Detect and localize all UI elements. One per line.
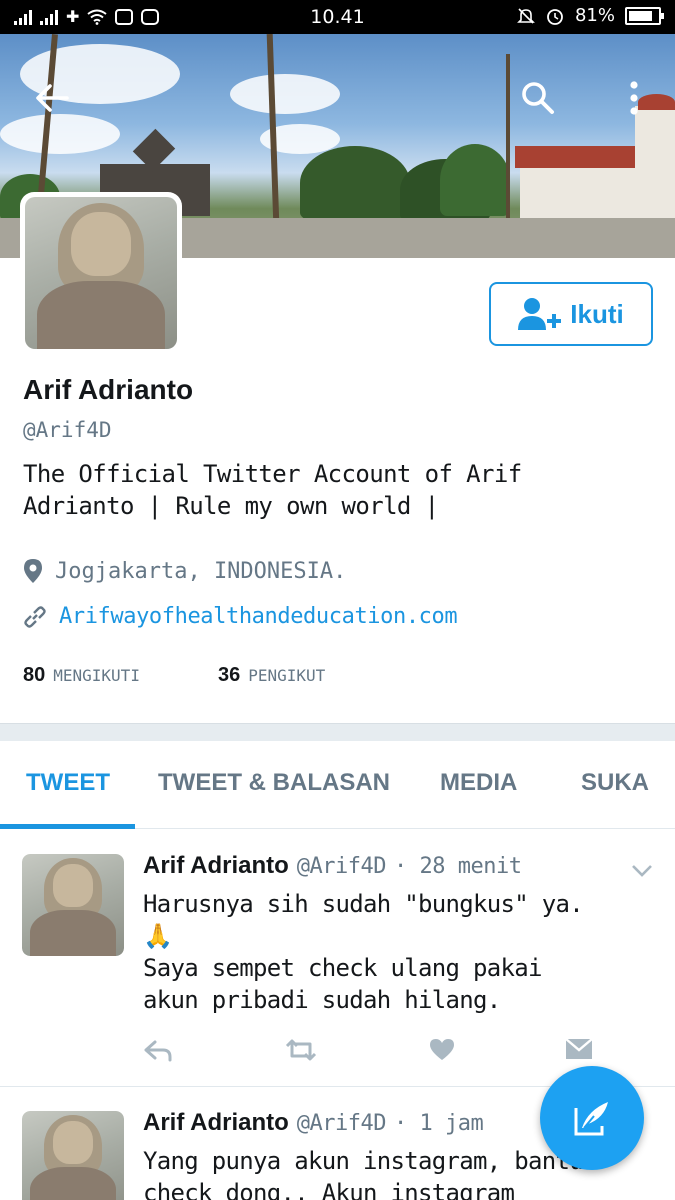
tweet-line: Saya sempet check ulang pakai: [143, 954, 542, 982]
profile-avatar[interactable]: [20, 192, 182, 354]
back-arrow-icon: [36, 84, 69, 112]
profile-stats: 80 MENGIKUTI 36 PENGIKUT: [23, 664, 325, 687]
tweet-timestamp: · 28 menit: [394, 854, 522, 879]
tweet-timestamp: · 1 jam: [394, 1111, 484, 1136]
profile-handle: @Arif4D: [23, 418, 112, 442]
tweet-author-name: Arif Adrianto: [143, 1109, 289, 1136]
profile-name: Arif Adrianto: [23, 374, 194, 405]
link-icon: [24, 605, 46, 628]
tweet-actions: [143, 1038, 593, 1062]
tweet-avatar[interactable]: [22, 1111, 124, 1200]
website-link[interactable]: Arifwayofhealthandeducation.com: [59, 604, 458, 629]
bio-line: Adrianto | Rule my own world |: [23, 492, 439, 520]
tweet-header: Arif Adrianto @Arif4D · 1 jam: [143, 1109, 484, 1137]
battery-percent: 81%: [574, 5, 615, 26]
following-label: MENGIKUTI: [53, 666, 140, 685]
followers-stat[interactable]: 36 PENGIKUT: [218, 664, 325, 687]
bio-line: The Official Twitter Account of Arif: [23, 460, 522, 488]
retweet-icon[interactable]: [283, 1038, 319, 1062]
mute-icon: [517, 7, 535, 24]
tweet-line: Harusnya sih sudah "bungkus" ya.: [143, 890, 584, 918]
tab-tweet[interactable]: TWEET: [26, 769, 110, 797]
tweet-author-name: Arif Adrianto: [143, 852, 289, 879]
following-count: 80: [23, 664, 46, 686]
location-text: Jogjakarta, INDONESIA.: [55, 558, 347, 584]
search-icon: [522, 82, 554, 114]
tab-likes[interactable]: SUKA: [581, 769, 649, 797]
profile-location: Jogjakarta, INDONESIA.: [23, 558, 346, 584]
compose-tweet-button[interactable]: [540, 1066, 644, 1170]
direct-message-icon[interactable]: [565, 1038, 593, 1060]
active-tab-indicator: [0, 824, 135, 829]
add-user-icon: [518, 298, 562, 330]
battery-icon: [625, 6, 664, 25]
followers-count: 36: [217, 664, 241, 686]
alarm-icon: [547, 8, 563, 25]
tab-tweet-and-replies[interactable]: TWEET & BALASAN: [158, 769, 390, 797]
location-pin-icon: [24, 559, 42, 583]
profile-tabs: TWEET TWEET & BALASAN MEDIA SUKA: [0, 741, 675, 829]
tab-media[interactable]: MEDIA: [440, 769, 517, 797]
like-heart-icon[interactable]: [429, 1038, 455, 1062]
section-divider: [0, 723, 675, 741]
profile-bio: The Official Twitter Account of Arif Adr…: [23, 458, 643, 522]
tweet-line: akun pribadi sudah hilang.: [143, 986, 501, 1014]
compose-tweet-icon: [574, 1102, 608, 1136]
tweet-author-handle: @Arif4D: [296, 1111, 387, 1136]
more-vertical-icon: [630, 81, 638, 115]
following-stat[interactable]: 80 MENGIKUTI: [23, 664, 140, 687]
follow-button-label: Ikuti: [570, 298, 624, 329]
avatar-image: [25, 197, 177, 349]
search-button[interactable]: [510, 70, 566, 126]
tweet[interactable]: Arif Adrianto @Arif4D · 28 menit Harusny…: [0, 830, 675, 1086]
reply-icon[interactable]: [143, 1038, 173, 1062]
profile-website[interactable]: Arifwayofhealthandeducation.com: [23, 604, 458, 629]
follow-button[interactable]: Ikuti: [489, 282, 653, 346]
tweet-emoji: 🙏: [143, 922, 173, 950]
tweet-author-handle: @Arif4D: [296, 854, 387, 879]
status-icons-right: 81%: [517, 5, 664, 26]
chevron-down-icon[interactable]: [631, 864, 653, 878]
tweet-avatar[interactable]: [22, 854, 124, 956]
more-options-button[interactable]: [606, 70, 662, 126]
status-bar: ✚ 10.41 81%: [0, 0, 675, 34]
back-button[interactable]: [24, 70, 80, 126]
tweet-text: Harusnya sih sudah "bungkus" ya. 🙏 Saya …: [143, 888, 653, 1016]
tweet-line: check dong.. Akun instagram: [143, 1179, 515, 1200]
followers-label: PENGIKUT: [248, 666, 326, 685]
tweet-header: Arif Adrianto @Arif4D · 28 menit: [143, 852, 522, 880]
